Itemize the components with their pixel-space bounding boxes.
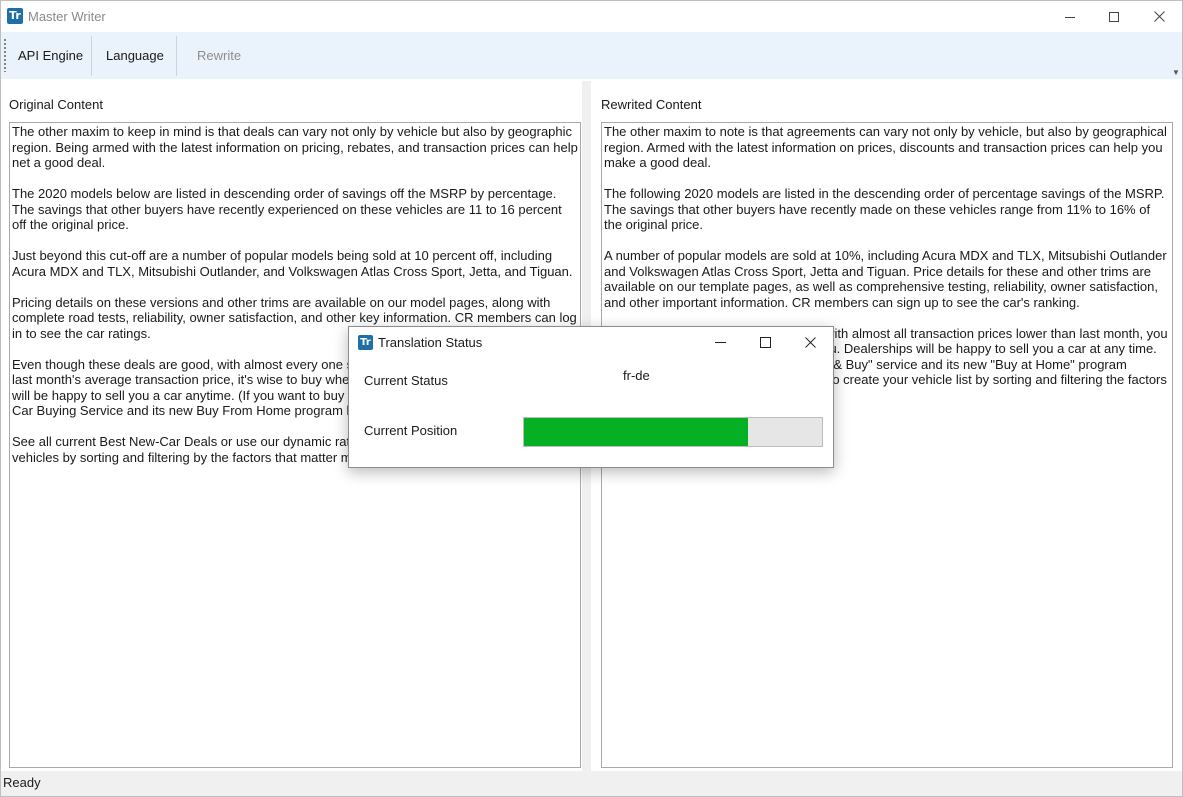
language-button[interactable]: Language <box>106 32 164 79</box>
close-button[interactable] <box>1136 1 1182 32</box>
toolbar-overflow-icon[interactable]: ▼ <box>1172 68 1180 77</box>
status-text: Ready <box>3 775 41 790</box>
dialog-logo-icon: Tr <box>358 335 373 350</box>
rewrited-content-label: Rewrited Content <box>601 97 702 112</box>
rewrited-paragraph: The following 2020 models are listed in … <box>604 186 1165 232</box>
dialog-minimize-button[interactable] <box>700 330 740 354</box>
original-content-label: Original Content <box>9 97 103 112</box>
original-paragraph: Just beyond this cut-off are a number of… <box>12 248 573 279</box>
title-bar[interactable]: Tr Master Writer <box>1 1 1182 32</box>
rewrite-button[interactable]: Rewrite <box>197 32 241 79</box>
minimize-icon <box>714 341 726 343</box>
maximize-button[interactable] <box>1091 1 1137 32</box>
rewrited-paragraph: A number of popular models are sold at 1… <box>604 248 1167 310</box>
maximize-icon <box>1109 11 1119 22</box>
progress-bar-fill <box>524 418 748 446</box>
toolbar: API Engine Language Rewrite ▼ <box>1 32 1182 79</box>
rewrited-paragraph: The other maxim to note is that agreemen… <box>604 124 1167 170</box>
position-progress-bar <box>523 417 823 447</box>
close-icon <box>1153 11 1165 22</box>
original-paragraph: The other maxim to keep in mind is that … <box>12 124 578 170</box>
status-bar: Ready <box>1 771 1182 796</box>
minimize-icon <box>1065 16 1075 18</box>
app-logo-icon: Tr <box>7 8 23 24</box>
maximize-icon <box>759 336 771 348</box>
api-engine-button[interactable]: API Engine <box>18 32 83 79</box>
toolbar-separator <box>176 36 177 76</box>
toolbar-grip[interactable] <box>4 38 6 72</box>
dialog-close-button[interactable] <box>790 330 830 354</box>
close-icon <box>804 336 816 348</box>
toolbar-separator <box>91 36 92 76</box>
dialog-title: Translation Status <box>378 335 483 350</box>
translation-status-dialog[interactable]: Tr Translation Status Current Status fr-… <box>348 326 834 468</box>
app-window: Tr Master Writer API Engine Language Rew… <box>0 0 1183 797</box>
window-title: Master Writer <box>28 9 106 24</box>
current-status-label: Current Status <box>364 373 448 388</box>
dialog-maximize-button[interactable] <box>745 330 785 354</box>
current-position-label: Current Position <box>364 423 458 438</box>
current-status-value: fr-de <box>623 368 650 383</box>
minimize-button[interactable] <box>1047 1 1093 32</box>
original-paragraph: The 2020 models below are listed in desc… <box>12 186 562 232</box>
